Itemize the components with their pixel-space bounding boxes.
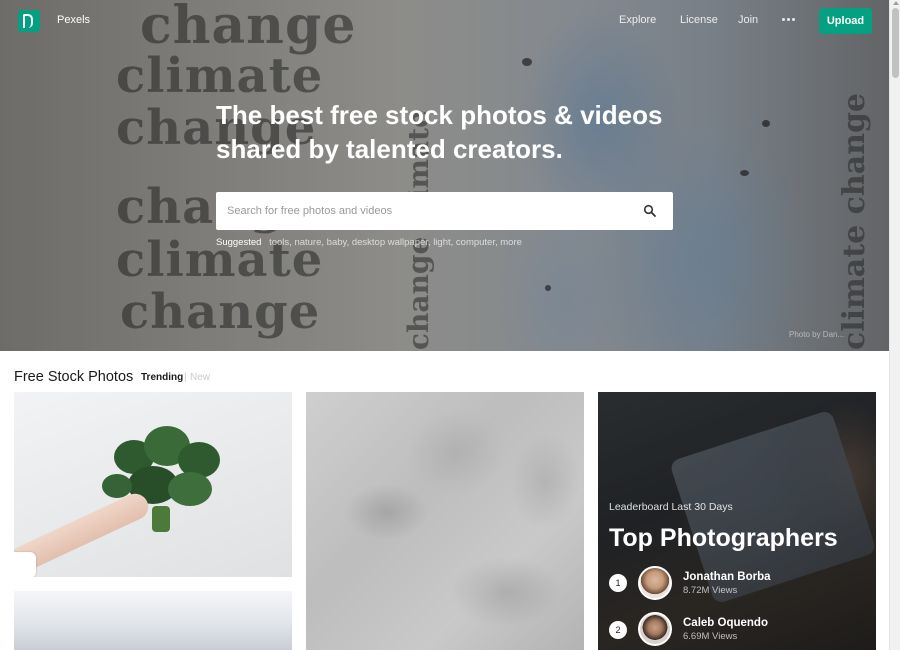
suggested-tag[interactable]: tools	[269, 237, 289, 248]
search-bar	[216, 192, 673, 230]
search-input[interactable]	[216, 192, 626, 230]
suggested-tag[interactable]: nature	[294, 237, 321, 248]
section-title: Free Stock Photos	[14, 369, 134, 385]
photographer-name[interactable]: Caleb Oquendo	[683, 617, 768, 629]
photo-credit[interactable]: Photo by Dan...	[789, 330, 844, 339]
rank-badge: 2	[609, 621, 627, 639]
ellipsis-icon[interactable]	[782, 17, 796, 23]
hero-banner: change climate change change climate cha…	[0, 0, 889, 351]
suggested-tag[interactable]: light	[433, 237, 450, 248]
suggested-tag[interactable]: computer	[456, 237, 495, 248]
photo-card-greens[interactable]	[14, 392, 292, 577]
avatar[interactable]	[638, 566, 672, 600]
suggested-tags: Suggested tools, nature, baby, desktop w…	[216, 237, 522, 248]
avatar[interactable]	[638, 612, 672, 646]
rank-badge: 1	[609, 574, 627, 592]
hero-headline: The best free stock photos & videos shar…	[216, 98, 686, 166]
search-icon[interactable]	[643, 204, 657, 218]
photo-card-sky[interactable]	[14, 591, 292, 650]
hero-headline-line2: shared by talented creators.	[216, 134, 563, 164]
photographer-views: 6.69M Views	[683, 631, 738, 642]
nav-link-license[interactable]: License	[680, 14, 718, 26]
leaderboard-title[interactable]: Top Photographers	[609, 524, 838, 553]
leaderboard-subtitle: Leaderboard Last 30 Days	[609, 501, 733, 513]
nav-link-join[interactable]: Join	[738, 14, 758, 26]
suggested-tag[interactable]: baby	[327, 237, 347, 248]
photo-card-marble[interactable]	[306, 392, 584, 650]
suggested-tag[interactable]: desktop wallpaper	[352, 237, 428, 248]
pexels-logo-icon[interactable]	[18, 10, 40, 32]
tab-trending[interactable]: Trending	[141, 372, 183, 383]
page-scrollbar[interactable]	[889, 0, 900, 650]
brand-name[interactable]: Pexels	[57, 14, 90, 26]
nav-link-explore[interactable]: Explore	[619, 14, 656, 26]
top-nav: Pexels Explore License Join Upload	[0, 0, 889, 44]
photographer-name[interactable]: Jonathan Borba	[683, 571, 771, 583]
tab-separator: |	[184, 372, 187, 383]
upload-button[interactable]: Upload	[819, 8, 872, 34]
leaderboard-card[interactable]	[598, 392, 876, 650]
photographer-views: 8.72M Views	[683, 585, 738, 596]
hero-headline-line1: The best free stock photos & videos	[216, 100, 663, 130]
scrollbar-thumb[interactable]	[892, 8, 899, 78]
suggested-tag-more[interactable]: more	[500, 237, 522, 248]
tab-new[interactable]: New	[190, 372, 210, 383]
suggested-label: Suggested	[216, 237, 262, 248]
scroll-up-icon[interactable]	[893, 1, 899, 5]
